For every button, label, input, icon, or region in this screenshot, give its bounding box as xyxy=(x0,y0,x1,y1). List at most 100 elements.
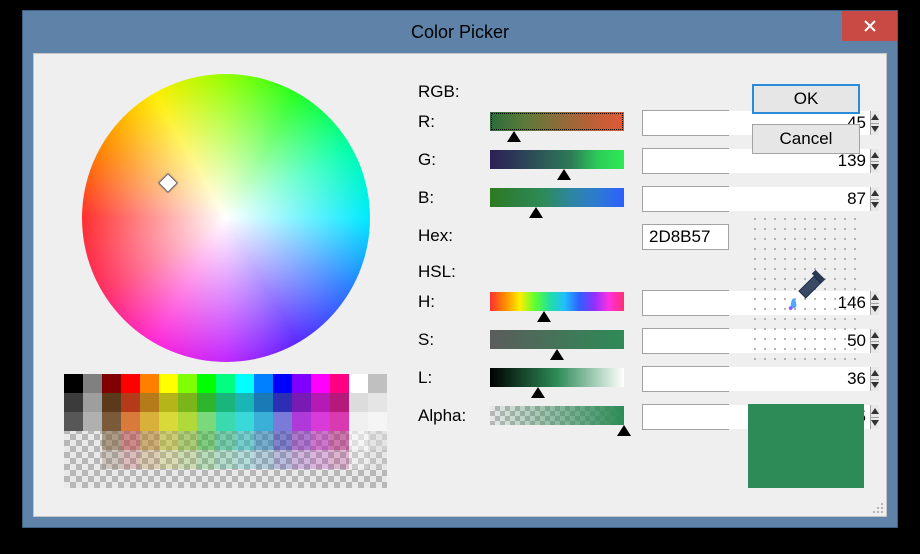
slider-r[interactable] xyxy=(490,112,624,131)
palette-swatch[interactable] xyxy=(254,393,273,412)
palette-swatch[interactable] xyxy=(216,393,235,412)
palette-swatch[interactable] xyxy=(121,469,140,488)
palette-swatch[interactable] xyxy=(330,393,349,412)
palette-swatch[interactable] xyxy=(292,469,311,488)
palette-swatch[interactable] xyxy=(216,469,235,488)
palette-swatch[interactable] xyxy=(273,412,292,431)
slider-b-thumb[interactable] xyxy=(529,207,543,218)
spin-b-up[interactable] xyxy=(871,187,879,200)
palette-swatch[interactable] xyxy=(349,393,368,412)
palette-swatch[interactable] xyxy=(64,431,83,450)
palette-swatch[interactable] xyxy=(83,469,102,488)
spin-g-down[interactable] xyxy=(871,162,879,174)
palette-swatch[interactable] xyxy=(140,374,159,393)
input-b[interactable] xyxy=(643,187,870,211)
palette-swatch[interactable] xyxy=(235,469,254,488)
palette-swatch[interactable] xyxy=(140,469,159,488)
palette-swatch[interactable] xyxy=(368,450,387,469)
palette-swatch[interactable] xyxy=(330,431,349,450)
slider-b[interactable] xyxy=(490,188,624,207)
palette-swatch[interactable] xyxy=(83,450,102,469)
palette-swatch[interactable] xyxy=(102,431,121,450)
palette-swatch[interactable] xyxy=(178,469,197,488)
palette-swatch[interactable] xyxy=(159,469,178,488)
palette-swatch[interactable] xyxy=(349,469,368,488)
color-wheel-marker[interactable] xyxy=(158,174,178,194)
palette-swatch[interactable] xyxy=(368,431,387,450)
palette-swatch[interactable] xyxy=(140,412,159,431)
palette-swatch[interactable] xyxy=(216,431,235,450)
palette-swatch[interactable] xyxy=(273,469,292,488)
palette-swatch[interactable] xyxy=(178,431,197,450)
slider-g-thumb[interactable] xyxy=(557,169,571,180)
palette-swatch[interactable] xyxy=(197,450,216,469)
palette-swatch[interactable] xyxy=(159,450,178,469)
palette-swatch[interactable] xyxy=(235,431,254,450)
palette-swatch[interactable] xyxy=(311,431,330,450)
palette-swatch[interactable] xyxy=(159,412,178,431)
palette-swatch[interactable] xyxy=(368,469,387,488)
palette-swatch[interactable] xyxy=(254,431,273,450)
eyedropper-zone[interactable] xyxy=(748,212,864,366)
palette-swatch[interactable] xyxy=(121,374,140,393)
spin-h[interactable] xyxy=(642,290,729,316)
slider-l[interactable] xyxy=(490,368,624,387)
spin-r-down[interactable] xyxy=(871,124,879,136)
spin-alpha[interactable] xyxy=(642,404,729,430)
palette-swatch[interactable] xyxy=(368,393,387,412)
palette-swatch[interactable] xyxy=(197,469,216,488)
palette-swatch[interactable] xyxy=(311,412,330,431)
palette-swatch[interactable] xyxy=(235,412,254,431)
palette-swatch[interactable] xyxy=(197,431,216,450)
palette-swatch[interactable] xyxy=(159,374,178,393)
slider-alpha-thumb[interactable] xyxy=(617,425,631,436)
spin-g[interactable] xyxy=(642,148,729,174)
palette-swatch[interactable] xyxy=(102,374,121,393)
palette-swatch[interactable] xyxy=(292,412,311,431)
palette-swatch[interactable] xyxy=(311,374,330,393)
palette-swatch[interactable] xyxy=(102,393,121,412)
palette-swatch[interactable] xyxy=(311,450,330,469)
spin-s-down[interactable] xyxy=(871,342,879,354)
close-button[interactable] xyxy=(842,11,897,41)
input-hex[interactable] xyxy=(642,224,729,250)
color-palette[interactable] xyxy=(64,374,387,488)
palette-swatch[interactable] xyxy=(254,374,273,393)
palette-swatch[interactable] xyxy=(254,469,273,488)
slider-h[interactable] xyxy=(490,292,624,311)
slider-s-thumb[interactable] xyxy=(550,349,564,360)
palette-swatch[interactable] xyxy=(159,393,178,412)
palette-swatch[interactable] xyxy=(159,431,178,450)
spin-b-down[interactable] xyxy=(871,200,879,212)
palette-swatch[interactable] xyxy=(311,469,330,488)
palette-swatch[interactable] xyxy=(121,450,140,469)
palette-swatch[interactable] xyxy=(64,374,83,393)
spin-alpha-down[interactable] xyxy=(871,418,879,430)
palette-swatch[interactable] xyxy=(102,450,121,469)
color-wheel[interactable] xyxy=(82,74,370,362)
palette-swatch[interactable] xyxy=(121,431,140,450)
palette-swatch[interactable] xyxy=(349,431,368,450)
slider-h-thumb[interactable] xyxy=(537,311,551,322)
spin-s-up[interactable] xyxy=(871,329,879,342)
spin-l[interactable] xyxy=(642,366,729,392)
palette-swatch[interactable] xyxy=(64,469,83,488)
palette-swatch[interactable] xyxy=(292,450,311,469)
palette-swatch[interactable] xyxy=(140,393,159,412)
palette-swatch[interactable] xyxy=(197,412,216,431)
palette-swatch[interactable] xyxy=(368,412,387,431)
palette-swatch[interactable] xyxy=(273,450,292,469)
palette-swatch[interactable] xyxy=(311,393,330,412)
spin-l-down[interactable] xyxy=(871,380,879,392)
spin-r[interactable] xyxy=(642,110,729,136)
palette-swatch[interactable] xyxy=(330,412,349,431)
palette-swatch[interactable] xyxy=(83,393,102,412)
palette-swatch[interactable] xyxy=(216,450,235,469)
palette-swatch[interactable] xyxy=(64,412,83,431)
input-l[interactable] xyxy=(643,367,870,391)
palette-swatch[interactable] xyxy=(273,374,292,393)
spin-r-up[interactable] xyxy=(871,111,879,124)
resize-grip[interactable] xyxy=(870,500,884,514)
palette-swatch[interactable] xyxy=(83,412,102,431)
palette-swatch[interactable] xyxy=(121,412,140,431)
